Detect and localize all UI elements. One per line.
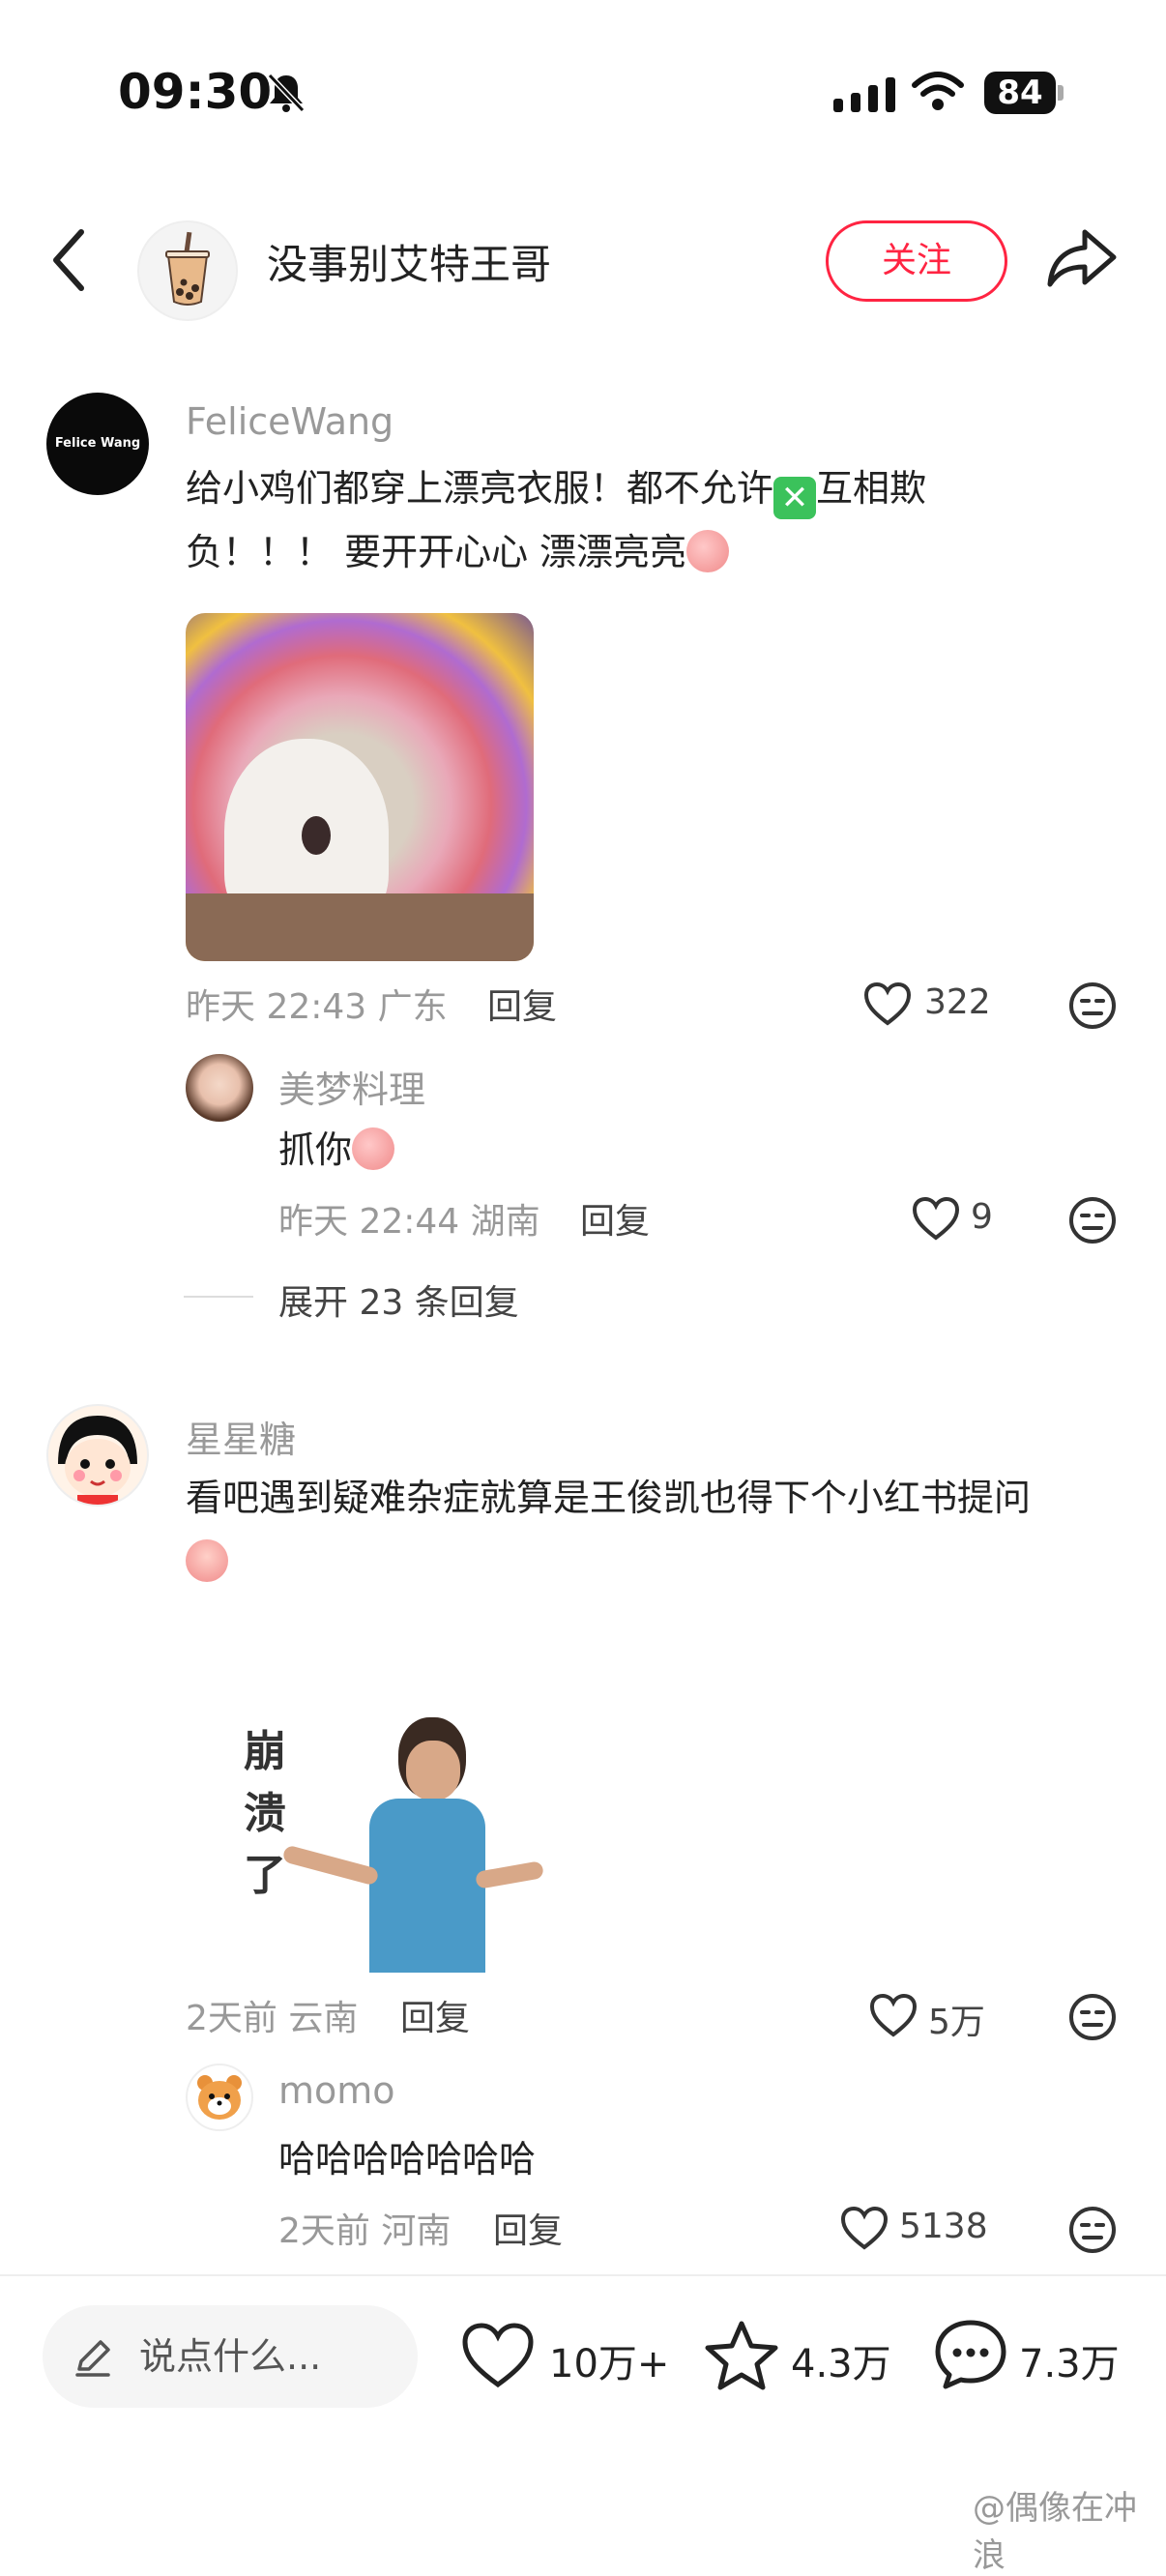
hamster-icon [197, 2075, 242, 2120]
expand-replies-button[interactable]: 展开 23 条回复 [278, 1274, 519, 1325]
peach-emoji-icon [352, 1127, 395, 1170]
neutral-face-icon[interactable] [1067, 1992, 1118, 2042]
avatar-label: Felice Wang [54, 436, 141, 451]
reply-text: 抓你 [278, 1118, 395, 1182]
comment-image-cat-hearts[interactable] [186, 613, 534, 961]
comment-meta: 昨天 22:43 广东 [186, 987, 448, 1027]
expand-divider [184, 1296, 253, 1298]
reply-avatar[interactable] [186, 1054, 253, 1122]
comment-text-part: 看吧遇到疑难杂症就算是王俊凯也得下个小红书提问 [186, 1477, 1032, 1519]
battery-tip [1058, 85, 1064, 101]
reply-meta: 2天前 河南 [278, 2211, 452, 2251]
heart-icon[interactable] [868, 1992, 918, 2038]
heart-icon[interactable] [911, 1195, 961, 1242]
comment-text-part: 负！！！ 要开开心心 漂漂亮亮 [186, 531, 687, 573]
bubble-tea-icon [165, 231, 210, 306]
table-shape [186, 893, 534, 961]
sticker-text: 崩 溃 了 [244, 1721, 302, 1907]
back-icon[interactable] [48, 226, 87, 294]
heart-icon[interactable] [839, 2205, 889, 2251]
author-name[interactable]: 没事别艾特王哥 [267, 232, 551, 291]
comment-meta: 2天前 云南 [186, 1999, 359, 2038]
comment-username[interactable]: 星星糖 [186, 1410, 296, 1463]
reply-username[interactable]: momo [278, 2069, 395, 2112]
user-avatar[interactable] [46, 1404, 149, 1507]
cellular-signal-icon [833, 77, 901, 112]
post-star-count[interactable]: 4.3万 [791, 2332, 891, 2388]
reply-meta: 昨天 22:44 湖南 [278, 1202, 540, 1242]
reply-text: 哈哈哈哈哈哈哈 [278, 2138, 537, 2181]
cross-mark-icon: ✕ [773, 477, 817, 519]
post-comment-count[interactable]: 7.3万 [1019, 2332, 1120, 2388]
comment-bubble-icon[interactable] [932, 2317, 1009, 2390]
neutral-face-icon[interactable] [1067, 2205, 1118, 2255]
user-avatar[interactable]: Felice Wang [46, 393, 149, 495]
peach-emoji-icon [686, 530, 730, 572]
battery-indicator: 84 [984, 72, 1056, 114]
comment-input-placeholder: 说点什么... [139, 2335, 322, 2378]
author-avatar[interactable] [137, 220, 238, 321]
heart-icon[interactable] [862, 981, 913, 1027]
follow-button[interactable]: 关注 [826, 220, 1007, 302]
like-count: 5万 [928, 2003, 985, 2042]
watermark: @偶像在冲浪 [973, 2489, 1137, 2575]
person-body [369, 1799, 485, 1973]
post-like-count[interactable]: 10万+ [549, 2332, 669, 2388]
comment-username[interactable]: FeliceWang [186, 400, 394, 443]
reply-button[interactable]: 回复 [493, 2203, 563, 2253]
reply-button[interactable]: 回复 [400, 1990, 470, 2040]
comment-sticker-crying-person[interactable]: 崩 溃 了 [224, 1712, 545, 1973]
like-count: 5138 [899, 2207, 988, 2246]
pencil-icon [75, 2340, 110, 2377]
neutral-face-icon[interactable] [1067, 1195, 1118, 1245]
bottom-bar-divider [0, 2274, 1166, 2276]
crying-laughing-emoji-icon [186, 1539, 228, 1582]
wifi-icon [912, 72, 964, 110]
status-time: 09:30 [118, 64, 273, 120]
person-face [406, 1741, 460, 1800]
comment-text: 看吧遇到疑难杂症就算是王俊凯也得下个小红书提问 [186, 1466, 1133, 1594]
comment-text: 给小鸡们都穿上漂亮衣服！都不允许 ✕ 互相欺 负！！！ 要开开心心 漂漂亮亮 [186, 456, 1114, 584]
like-count: 322 [924, 982, 991, 1022]
star-icon[interactable] [704, 2319, 779, 2390]
heart-icon[interactable] [460, 2321, 536, 2390]
bell-muted-icon [267, 73, 306, 113]
reply-button[interactable]: 回复 [487, 979, 557, 1029]
comment-text-part: 给小鸡们都穿上漂亮衣服！都不允许 [186, 467, 774, 510]
sticker-char: 溃 [244, 1789, 286, 1838]
comment-input[interactable]: 说点什么... [43, 2305, 418, 2408]
comment-text-part: 互相欺 [816, 467, 927, 510]
reply-button[interactable]: 回复 [580, 1193, 650, 1244]
like-count: 9 [971, 1197, 993, 1237]
neutral-face-icon[interactable] [1067, 981, 1118, 1031]
reply-avatar[interactable] [186, 2064, 253, 2131]
reply-username[interactable]: 美梦料理 [278, 1060, 425, 1113]
share-icon[interactable] [1046, 224, 1118, 292]
reply-text-part: 抓你 [278, 1128, 353, 1171]
cat-mouth [302, 816, 331, 855]
cartoon-girl-icon [58, 1416, 137, 1505]
sticker-char: 崩 [244, 1727, 286, 1776]
